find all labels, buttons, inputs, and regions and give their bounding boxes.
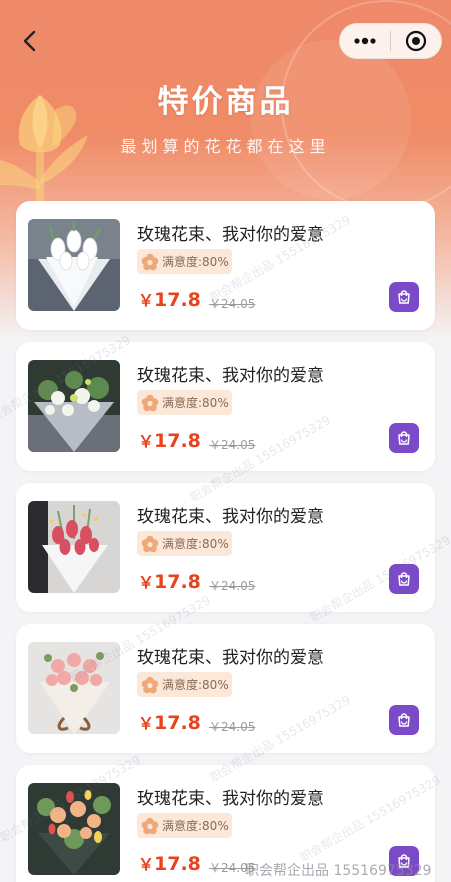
original-price: ￥24.05	[209, 720, 256, 734]
more-dots-icon	[354, 37, 376, 45]
product-card[interactable]: 玫瑰花束、我对你的爱意 满意度:80% ￥17.8 ￥24.05	[16, 201, 435, 330]
product-price: ￥17.8	[138, 428, 201, 452]
product-image	[28, 360, 120, 452]
page-title: 特价商品	[157, 84, 294, 120]
add-to-cart-button[interactable]	[389, 423, 419, 453]
product-card[interactable]: 玫瑰花束、我对你的爱意 满意度:80% ￥17.8 ￥24.05	[16, 342, 435, 471]
satisfaction-badge: 满意度:80%	[137, 390, 232, 415]
product-price: ￥17.8	[138, 710, 201, 734]
more-button[interactable]	[340, 24, 390, 58]
product-price: ￥17.8	[138, 569, 201, 593]
satisfaction-badge: 满意度:80%	[137, 672, 232, 697]
satisfaction-label: 满意度:80%	[162, 819, 229, 833]
price-value: 17.8	[154, 430, 201, 452]
product-card[interactable]: 玫瑰花束、我对你的爱意 满意度:80% ￥17.8 ￥24.05	[16, 483, 435, 612]
satisfaction-label: 满意度:80%	[162, 255, 229, 269]
shopping-bag-icon	[398, 431, 410, 445]
price-currency: ￥	[138, 714, 155, 733]
chevron-left-icon	[23, 30, 36, 52]
satisfaction-label: 满意度:80%	[162, 396, 229, 410]
shopping-bag-icon	[398, 290, 410, 304]
target-circle-icon	[405, 30, 427, 52]
flower-icon	[141, 253, 159, 270]
add-to-cart-button[interactable]	[389, 282, 419, 312]
satisfaction-badge: 满意度:80%	[137, 531, 232, 556]
add-to-cart-button[interactable]	[389, 705, 419, 735]
product-image	[28, 219, 120, 311]
flower-icon	[141, 535, 159, 552]
satisfaction-label: 满意度:80%	[162, 678, 229, 692]
add-to-cart-button[interactable]	[389, 564, 419, 594]
flower-icon	[141, 676, 159, 693]
price-value: 17.8	[154, 571, 201, 593]
miniprogram-capsule	[339, 23, 442, 59]
product-price: ￥17.8	[138, 287, 201, 311]
close-miniprogram-button[interactable]	[391, 24, 441, 58]
flower-icon	[141, 817, 159, 834]
price-value: 17.8	[154, 853, 201, 875]
product-name: 玫瑰花束、我对你的爱意	[137, 789, 324, 809]
product-name: 玫瑰花束、我对你的爱意	[137, 507, 324, 527]
price-value: 17.8	[154, 289, 201, 311]
flower-icon	[141, 394, 159, 411]
satisfaction-badge: 满意度:80%	[137, 249, 232, 274]
original-price: ￥24.05	[209, 579, 256, 593]
shopping-bag-icon	[398, 572, 410, 586]
satisfaction-label: 满意度:80%	[162, 537, 229, 551]
product-card[interactable]: 玫瑰花束、我对你的爱意 满意度:80% ￥17.8 ￥24.05	[16, 624, 435, 753]
back-button[interactable]	[14, 26, 44, 56]
product-image	[28, 642, 120, 734]
product-image	[28, 783, 120, 875]
shopping-bag-icon	[398, 713, 410, 727]
price-currency: ￥	[138, 855, 155, 874]
price-currency: ￥	[138, 432, 155, 451]
product-name: 玫瑰花束、我对你的爱意	[137, 225, 324, 245]
original-price: ￥24.05	[209, 438, 256, 452]
product-name: 玫瑰花束、我对你的爱意	[137, 366, 324, 386]
footer-watermark: 职会帮企出品 15516975329	[245, 863, 432, 879]
price-currency: ￥	[138, 291, 155, 310]
page-subtitle: 最划算的花花都在这里	[120, 137, 331, 156]
original-price: ￥24.05	[209, 297, 256, 311]
satisfaction-badge: 满意度:80%	[137, 813, 232, 838]
price-currency: ￥	[138, 573, 155, 592]
price-value: 17.8	[154, 712, 201, 734]
product-image	[28, 501, 120, 593]
product-price: ￥17.8	[138, 851, 201, 875]
product-name: 玫瑰花束、我对你的爱意	[137, 648, 324, 668]
